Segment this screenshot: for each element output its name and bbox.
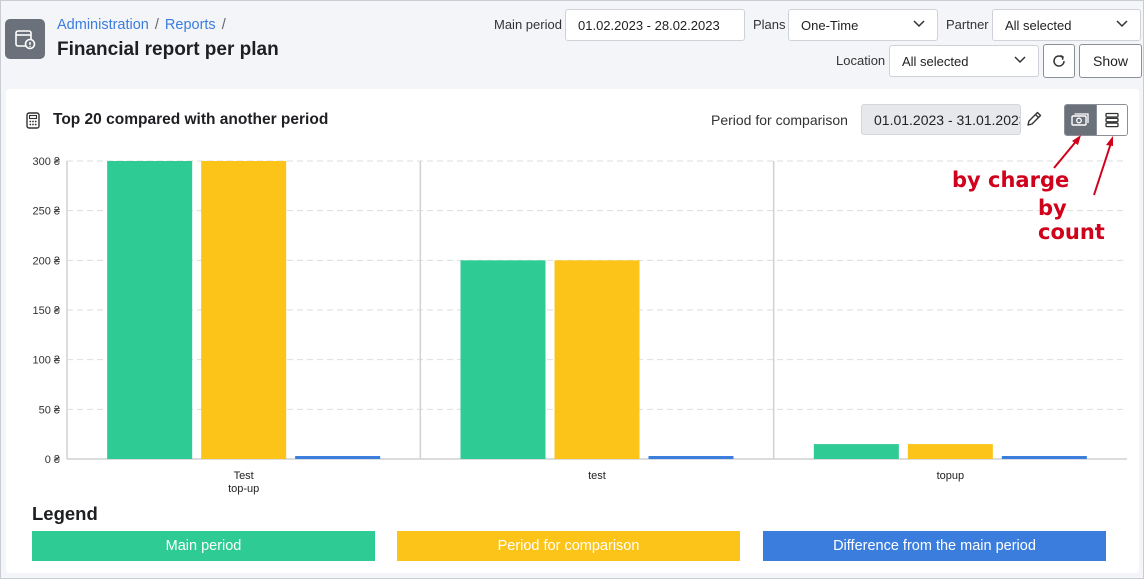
breadcrumb-separator: /: [221, 17, 226, 33]
show-button[interactable]: Show: [1079, 44, 1142, 78]
report-page-icon: [5, 19, 45, 59]
y-tick-label: 200 ₴: [32, 255, 60, 267]
location-label: Location: [836, 53, 886, 68]
calculator-icon: [26, 112, 40, 129]
main-period-input[interactable]: 01.02.2023 - 28.02.2023: [565, 9, 745, 41]
x-tick-label: top-up: [228, 483, 259, 495]
main-period-value: 01.02.2023 - 28.02.2023: [578, 17, 720, 33]
location-select[interactable]: All selected: [889, 45, 1039, 77]
bar: [648, 456, 734, 459]
chevron-down-icon: [1014, 56, 1026, 64]
money-icon: [1071, 113, 1090, 126]
by-count-button[interactable]: [1095, 105, 1127, 135]
main-period-label: Main period: [494, 17, 562, 32]
y-tick-label: 50 ₴: [39, 404, 61, 416]
pencil-icon[interactable]: [1025, 110, 1043, 128]
y-tick-label: 150 ₴: [32, 305, 60, 317]
chevron-down-icon: [1116, 20, 1128, 28]
plans-value: One-Time: [801, 17, 859, 33]
by-charge-annotation: by charge: [952, 168, 1070, 192]
page-title: Financial report per plan: [57, 39, 279, 60]
breadcrumb-separator: /: [154, 17, 159, 33]
y-tick-label: 250 ₴: [32, 206, 60, 218]
bar: [201, 161, 287, 459]
bar: [295, 456, 381, 459]
y-tick-label: 0 ₴: [45, 454, 61, 466]
partner-select[interactable]: All selected: [992, 9, 1141, 41]
card-title: Top 20 compared with another period: [53, 111, 329, 128]
partner-value: All selected: [1005, 17, 1072, 33]
comparison-period-input[interactable]: 01.01.2023 - 31.01.2023: [861, 104, 1021, 135]
x-tick-label: topup: [937, 470, 965, 482]
legend-item-comparison-period: Period for comparison: [397, 531, 740, 561]
bar: [907, 444, 993, 459]
plans-select[interactable]: One-Time: [788, 9, 938, 41]
breadcrumb: Administration / Reports /: [57, 17, 226, 33]
y-tick-label: 300 ₴: [32, 156, 60, 168]
x-tick-label: test: [588, 470, 606, 482]
bar: [813, 444, 899, 459]
bar: [554, 260, 640, 459]
bar: [107, 161, 193, 459]
bar-chart: 0 ₴ 50 ₴ 100 ₴ 150 ₴ 200 ₴ 250 ₴ 300 ₴ Testtop-…: [32, 156, 1127, 495]
page-header: Administration / Reports / Financial rep…: [1, 1, 1143, 85]
by-charge-button[interactable]: [1065, 105, 1096, 135]
comparison-period-value: 01.01.2023 - 31.01.2023: [874, 111, 1021, 128]
partner-label: Partner: [946, 17, 989, 32]
x-tick-label: Test: [234, 470, 254, 482]
legend-title: Legend: [32, 503, 98, 524]
location-value: All selected: [902, 53, 969, 69]
by-count-annotation: by count: [1038, 196, 1105, 244]
chevron-down-icon: [913, 20, 925, 28]
chart-mode-toggle: [1064, 104, 1128, 136]
report-card: Top 20 compared with another period Peri…: [6, 89, 1139, 573]
refresh-icon: [1053, 54, 1065, 67]
legend-item-difference: Difference from the main period: [763, 531, 1106, 561]
refresh-button[interactable]: [1043, 44, 1075, 78]
y-tick-label: 100 ₴: [32, 355, 60, 367]
list-count-icon: [1105, 112, 1119, 128]
bar: [1001, 456, 1087, 459]
breadcrumb-administration[interactable]: Administration: [57, 17, 149, 33]
breadcrumb-reports[interactable]: Reports: [165, 17, 216, 33]
plans-label: Plans: [753, 17, 786, 32]
bar: [460, 260, 546, 459]
comparison-period-label: Period for comparison: [711, 112, 848, 128]
legend-item-main-period: Main period: [32, 531, 375, 561]
